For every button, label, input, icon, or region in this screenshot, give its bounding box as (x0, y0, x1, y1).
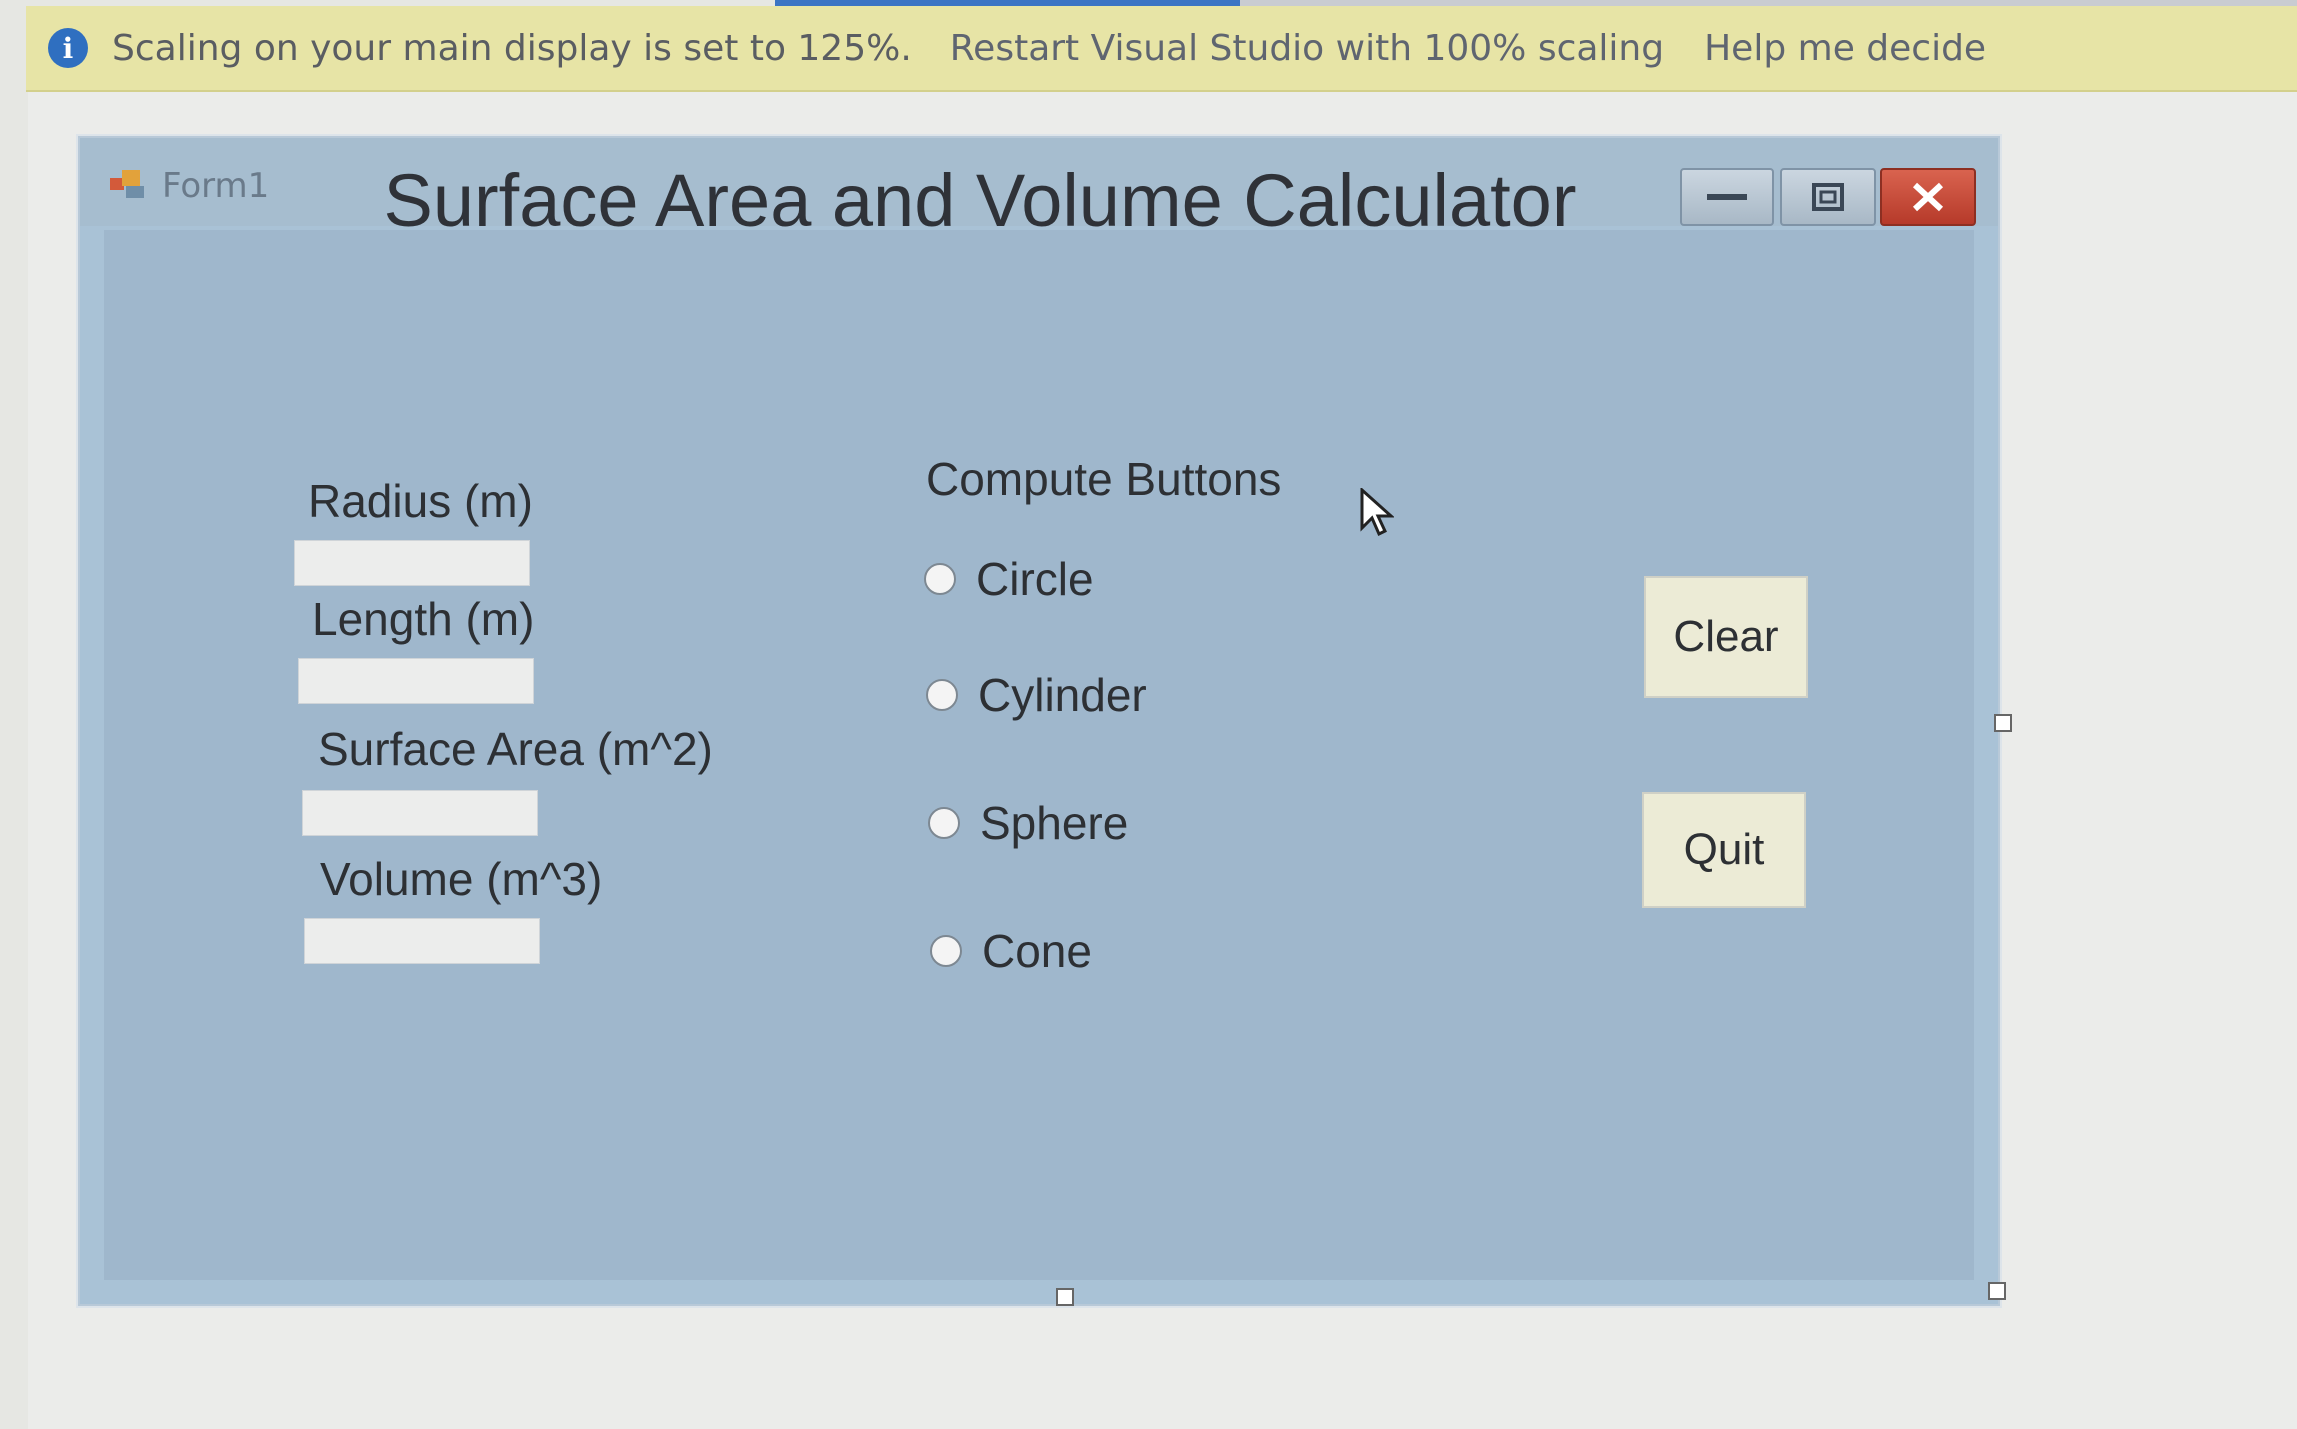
radio-sphere-indicator[interactable] (928, 807, 960, 839)
infobar-message: Scaling on your main display is set to 1… (112, 27, 912, 69)
surface-area-input[interactable] (302, 790, 538, 836)
close-button[interactable] (1880, 168, 1976, 226)
help-link[interactable]: Help me decide (1704, 28, 1986, 69)
surface-area-label: Surface Area (m^2) (318, 723, 713, 775)
quit-button[interactable]: Quit (1642, 792, 1806, 908)
radio-cylinder-indicator[interactable] (926, 679, 958, 711)
radio-cone-label: Cone (982, 925, 1092, 977)
calculator-title: Surface Area and Volume Calculator (383, 159, 1577, 242)
radio-circle-label: Circle (976, 553, 1094, 605)
restart-link[interactable]: Restart Visual Studio with 100% scaling (950, 28, 1664, 69)
length-input[interactable] (298, 658, 534, 704)
radio-circle[interactable]: Circle (924, 552, 1094, 606)
radio-cone-indicator[interactable] (930, 935, 962, 967)
volume-input[interactable] (304, 918, 540, 964)
radio-sphere-label: Sphere (980, 797, 1129, 849)
info-icon: i (48, 28, 88, 68)
resize-handle-right[interactable] (1994, 714, 2012, 732)
length-label: Length (m) (312, 593, 535, 645)
radio-cone[interactable]: Cone (930, 924, 1092, 978)
radio-sphere[interactable]: Sphere (928, 796, 1128, 850)
clear-button[interactable]: Clear (1644, 576, 1808, 698)
scaling-infobar: i Scaling on your main display is set to… (26, 6, 2297, 92)
radio-cylinder-label: Cylinder (978, 669, 1147, 721)
radio-cylinder[interactable]: Cylinder (926, 668, 1147, 722)
volume-label: Volume (m^3) (320, 853, 603, 905)
radio-circle-indicator[interactable] (924, 563, 956, 595)
compute-buttons-label: Compute Buttons (926, 453, 1282, 505)
close-icon (1912, 182, 1944, 212)
radius-label: Radius (m) (308, 475, 533, 527)
mouse-cursor-icon (1360, 488, 1394, 537)
resize-handle-corner[interactable] (1988, 1282, 2006, 1300)
radius-input[interactable] (294, 540, 530, 586)
resize-handle-bottom[interactable] (1056, 1288, 1074, 1306)
